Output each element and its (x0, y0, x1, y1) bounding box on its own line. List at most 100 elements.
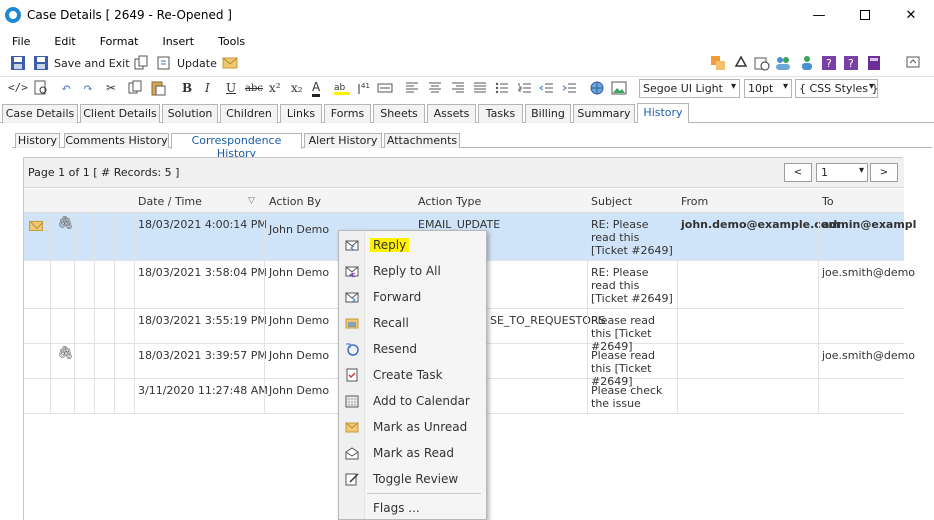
chevron-down-icon: ▾ (730, 81, 736, 92)
col-to[interactable]: To (822, 195, 834, 208)
email-icon[interactable] (222, 55, 238, 71)
menu-item-resend[interactable]: Resend (339, 336, 486, 362)
tab-sheets[interactable]: Sheets (373, 104, 425, 123)
menu-tools[interactable]: Tools (206, 31, 257, 51)
menu-item-create-task[interactable]: Create Task (339, 362, 486, 388)
schedule-icon[interactable] (754, 55, 770, 71)
menu-item-recall[interactable]: Recall (339, 310, 486, 336)
insert-link-icon[interactable] (589, 80, 605, 96)
subscript-button[interactable]: x₂ (291, 81, 303, 95)
prev-page-button[interactable]: < (784, 163, 812, 182)
insert-image-icon[interactable] (611, 80, 627, 96)
html-source-icon[interactable]: </> (8, 81, 28, 94)
tab-client-details[interactable]: Client Details (80, 104, 160, 123)
css-styles-select[interactable]: { CSS Styles } ▾ (795, 79, 878, 98)
tab-comments-history[interactable]: Comments History (64, 133, 169, 148)
help-icon[interactable]: ? (843, 55, 859, 71)
grid-header: Date / Time ▽ Action By Action Type Subj… (24, 189, 904, 213)
paste-icon[interactable] (150, 80, 166, 96)
save-and-exit-button[interactable]: Save and Exit (54, 57, 130, 70)
menu-insert[interactable]: Insert (151, 31, 207, 51)
menu-item-add-to-calendar[interactable]: Add to Calendar (339, 388, 486, 414)
book-icon[interactable] (866, 55, 882, 71)
tab-assets[interactable]: Assets (427, 104, 476, 123)
tab-solution[interactable]: Solution (162, 104, 218, 123)
col-date-time[interactable]: Date / Time (138, 195, 202, 208)
users-icon[interactable] (775, 55, 791, 71)
menu-item-reply-all[interactable]: Reply to All (339, 258, 486, 284)
strikethrough-button[interactable]: abc (245, 83, 263, 94)
page-select[interactable]: 1 ▾ (816, 163, 868, 182)
tab-billing[interactable]: Billing (525, 104, 571, 123)
tab-correspondence-history[interactable]: Correspondence History (171, 133, 302, 160)
font-family-select[interactable]: Segoe UI Light ▾ (639, 79, 740, 98)
tab-tasks[interactable]: Tasks (478, 104, 523, 123)
superscript-button[interactable]: x² (269, 81, 281, 95)
attachment-icon[interactable]: 🖇 (57, 217, 74, 230)
cut-icon[interactable]: ✂ (106, 81, 116, 95)
bold-button[interactable]: B (182, 81, 192, 95)
menu-file[interactable]: File (0, 31, 42, 51)
outdent-icon[interactable] (539, 80, 555, 96)
bullet-list-icon[interactable] (494, 80, 510, 96)
sort-az-icon[interactable]: 41 (357, 80, 375, 96)
col-action-by[interactable]: Action By (269, 195, 321, 208)
tab-history[interactable]: History (637, 103, 689, 123)
tab-alert-history[interactable]: Alert History (304, 133, 382, 148)
panel-toggle-icon[interactable] (906, 55, 920, 69)
tab-case-details[interactable]: Case Details (2, 104, 78, 123)
align-right-icon[interactable] (450, 80, 466, 96)
menu-item-flags[interactable]: Flags ... (339, 495, 486, 520)
font-size-select[interactable]: 10pt ▾ (744, 79, 792, 98)
menu-item-toggle-review[interactable]: Toggle Review (339, 466, 486, 492)
horizontal-rule-icon[interactable] (377, 80, 393, 96)
tab-summary[interactable]: Summary (573, 104, 635, 123)
next-page-button[interactable]: > (870, 163, 898, 182)
save-icon[interactable] (10, 55, 26, 71)
menu-item-label: Resend (373, 342, 418, 356)
italic-button[interactable]: I (205, 81, 210, 95)
tab-children[interactable]: Children (220, 104, 278, 123)
menu-format[interactable]: Format (88, 31, 151, 51)
col-subject[interactable]: Subject (591, 195, 632, 208)
minimize-button[interactable]: — (796, 0, 842, 30)
attachment-icon[interactable]: 🖇 (57, 347, 74, 360)
tab-history-log[interactable]: History (15, 133, 60, 148)
close-button[interactable]: ✕ (888, 0, 934, 30)
indent-icon[interactable] (562, 80, 578, 96)
tab-links[interactable]: Links (280, 104, 322, 123)
people-link-icon[interactable] (799, 55, 815, 71)
copy-pages-icon[interactable] (133, 55, 149, 71)
preview-icon[interactable] (33, 80, 49, 96)
maximize-button[interactable] (842, 0, 888, 30)
justify-icon[interactable] (472, 80, 488, 96)
menu-item-reply[interactable]: Reply (339, 232, 486, 258)
merge-icon[interactable] (710, 55, 726, 71)
copy-icon[interactable] (127, 80, 143, 96)
font-family-value: Segoe UI Light (643, 82, 723, 95)
redo-icon[interactable]: ↷ (83, 81, 93, 95)
underline-button[interactable]: U (226, 81, 236, 95)
menu-edit[interactable]: Edit (42, 31, 87, 51)
question-icon[interactable]: ? (821, 55, 837, 71)
align-left-icon[interactable] (404, 80, 420, 96)
update-icon[interactable] (156, 55, 172, 71)
save-exit-icon[interactable] (33, 55, 49, 71)
tab-forms[interactable]: Forms (324, 104, 371, 123)
svg-text:ab: ab (334, 83, 346, 93)
numbered-list-icon[interactable] (517, 80, 533, 96)
filter-icon[interactable]: ▽ (248, 196, 255, 206)
menu-item-mark-unread[interactable]: Mark as Unread (339, 414, 486, 440)
highlight-icon[interactable]: ab (334, 80, 352, 96)
tab-attachments[interactable]: Attachments (384, 133, 460, 148)
col-from[interactable]: From (681, 195, 708, 208)
recycle-icon[interactable] (733, 55, 749, 71)
task-icon (346, 368, 358, 382)
col-action-type[interactable]: Action Type (418, 195, 481, 208)
menu-item-forward[interactable]: Forward (339, 284, 486, 310)
menu-item-mark-read[interactable]: Mark as Read (339, 440, 486, 466)
undo-icon[interactable]: ↶ (61, 81, 71, 95)
font-color-button[interactable]: A (312, 81, 321, 97)
align-center-icon[interactable] (427, 80, 443, 96)
update-button[interactable]: Update (177, 57, 217, 70)
